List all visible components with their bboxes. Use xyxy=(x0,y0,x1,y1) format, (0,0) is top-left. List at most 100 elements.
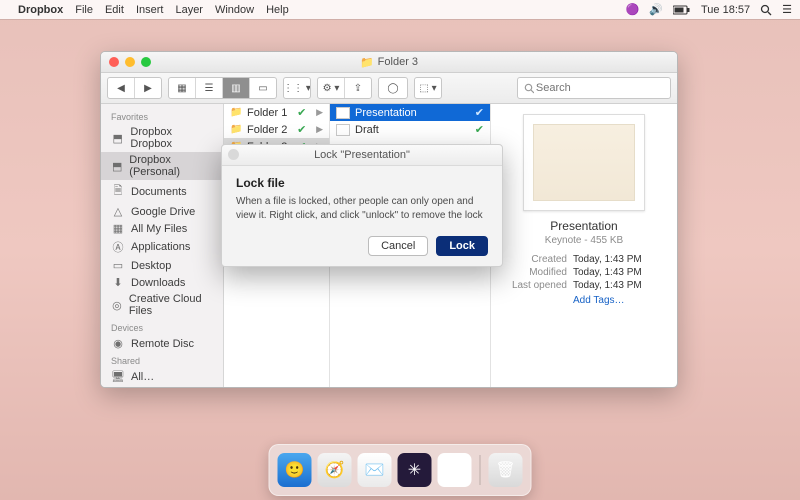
sidebar-item-all-shared[interactable]: 🖥All… xyxy=(101,368,223,385)
status-battery-icon[interactable] xyxy=(673,5,691,15)
nav-buttons: ◀ ▶ xyxy=(107,77,162,99)
sidebar: Favorites ⬒Dropbox Dropbox ⬒Dropbox (Per… xyxy=(101,104,224,387)
status-app-icon[interactable]: 🟣 xyxy=(626,3,640,16)
sidebar-item-creative-cloud[interactable]: ◎Creative Cloud Files xyxy=(101,291,223,319)
dialog-close-button[interactable] xyxy=(228,149,239,160)
document-icon xyxy=(336,124,350,136)
desktop: Dropbox File Edit Insert Layer Window He… xyxy=(0,0,800,500)
dropbox-icon: ⬒ xyxy=(111,160,123,173)
share-button[interactable]: ⇪ xyxy=(345,78,371,98)
dialog-titlebar: Lock "Presentation" xyxy=(222,145,502,166)
dock-mail-icon[interactable]: ✉️ xyxy=(358,453,392,487)
cc-icon: ◎ xyxy=(111,299,123,312)
dock-dropbox-icon[interactable]: ⬒ xyxy=(438,453,472,487)
finder-window: 📁 Folder 3 ◀ ▶ ▦ ☰ ▥ ▭ ⋮⋮ ▾ ⚙ ▾ ⇪ ◯ xyxy=(100,51,678,388)
tags-button[interactable]: ◯ xyxy=(378,77,408,99)
sidebar-item-remote-disc[interactable]: ◉Remote Disc xyxy=(101,335,223,352)
search-field[interactable] xyxy=(517,77,671,99)
sidebar-item-all-my-files[interactable]: ▦All My Files xyxy=(101,220,223,237)
status-volume-icon[interactable]: 🔊 xyxy=(649,3,663,16)
folder-row[interactable]: 📁Folder 1✔▶ xyxy=(224,104,329,121)
file-row-selected[interactable]: Presentation✔ xyxy=(330,104,490,121)
finder-titlebar[interactable]: 📁 Folder 3 xyxy=(101,52,677,73)
dock-safari-icon[interactable]: 🧭 xyxy=(318,453,352,487)
minimize-button[interactable] xyxy=(125,57,135,67)
forward-button[interactable]: ▶ xyxy=(135,78,161,98)
sidebar-item-google-drive[interactable]: △Google Drive xyxy=(101,203,223,220)
preview-modified-label: Modified xyxy=(501,267,567,278)
preview-thumbnail xyxy=(523,114,645,211)
menubar: Dropbox File Edit Insert Layer Window He… xyxy=(0,0,800,19)
dropbox-icon: ⬒ xyxy=(111,132,124,145)
sidebar-header-devices: Devices xyxy=(101,319,223,335)
sidebar-item-dropbox-team[interactable]: ⬒Dropbox Dropbox xyxy=(101,124,223,152)
preview-created-value: Today, 1:43 PM xyxy=(573,254,667,265)
status-clock[interactable]: Tue 18:57 xyxy=(701,4,750,16)
documents-icon: 🗎 xyxy=(111,182,125,201)
preview-created-label: Created xyxy=(501,254,567,265)
desktop-icon: ▭ xyxy=(111,259,125,272)
downloads-icon: ⬇ xyxy=(111,276,125,289)
preview-meta: Keynote - 455 KB xyxy=(545,235,623,246)
action-button[interactable]: ⚙ ▾ xyxy=(318,78,345,98)
allfiles-icon: ▦ xyxy=(111,222,125,235)
preview-opened-value: Today, 1:43 PM xyxy=(573,280,667,291)
back-button[interactable]: ◀ xyxy=(108,78,135,98)
arrange-button-group: ⋮⋮ ▾ xyxy=(283,77,311,99)
view-list-button[interactable]: ☰ xyxy=(196,78,223,98)
applications-icon: Ⓐ xyxy=(111,239,125,255)
lock-button[interactable]: Lock xyxy=(436,236,488,256)
add-tags-link[interactable]: Add Tags… xyxy=(573,295,667,306)
folder-row[interactable]: 📁Folder 2✔▶ xyxy=(224,121,329,138)
window-title: 📁 Folder 3 xyxy=(101,56,677,69)
sidebar-item-documents[interactable]: 🗎Documents xyxy=(101,180,223,203)
dialog-heading: Lock file xyxy=(236,176,488,190)
network-icon: 🖥 xyxy=(111,370,125,383)
sidebar-header-shared: Shared xyxy=(101,352,223,368)
menubar-app-name[interactable]: Dropbox xyxy=(18,4,63,16)
search-icon xyxy=(524,83,534,94)
view-column-button[interactable]: ▥ xyxy=(223,78,250,98)
chevron-right-icon: ▶ xyxy=(316,107,323,118)
view-gallery-button[interactable]: ▭ xyxy=(250,78,276,98)
sync-ok-icon: ✔ xyxy=(297,106,306,119)
status-spotlight-icon[interactable] xyxy=(760,4,772,16)
menu-help[interactable]: Help xyxy=(266,4,289,16)
dock-finder-icon[interactable]: 🙂 xyxy=(278,453,312,487)
dropbox-toolbar-button[interactable]: ⬚ ▾ xyxy=(415,78,441,98)
arrange-button[interactable]: ⋮⋮ ▾ xyxy=(284,78,310,98)
close-button[interactable] xyxy=(109,57,119,67)
cancel-button[interactable]: Cancel xyxy=(368,236,428,256)
finder-toolbar: ◀ ▶ ▦ ☰ ▥ ▭ ⋮⋮ ▾ ⚙ ▾ ⇪ ◯ ⬚ ▾ xyxy=(101,73,677,104)
status-notification-icon[interactable]: ☰ xyxy=(782,3,792,16)
menu-layer[interactable]: Layer xyxy=(175,4,203,16)
window-controls xyxy=(109,57,151,67)
disc-icon: ◉ xyxy=(111,337,125,350)
folder-icon: 📁 xyxy=(230,124,242,135)
dock-trash-icon[interactable]: 🗑 xyxy=(489,453,523,487)
dialog-body-text: When a file is locked, other people can … xyxy=(236,195,488,222)
sync-ok-icon: ✔ xyxy=(475,106,484,119)
sidebar-item-desktop[interactable]: ▭Desktop xyxy=(101,257,223,274)
menu-window[interactable]: Window xyxy=(215,4,254,16)
menu-insert[interactable]: Insert xyxy=(136,4,164,16)
sidebar-item-downloads[interactable]: ⬇Downloads xyxy=(101,274,223,291)
folder-icon: 📁 xyxy=(230,107,242,118)
view-buttons: ▦ ☰ ▥ ▭ xyxy=(168,77,277,99)
file-row[interactable]: Draft✔ xyxy=(330,121,490,138)
zoom-button[interactable] xyxy=(141,57,151,67)
lock-file-dialog: Lock "Presentation" Lock file When a fil… xyxy=(221,144,503,267)
menu-edit[interactable]: Edit xyxy=(105,4,124,16)
view-icon-button[interactable]: ▦ xyxy=(169,78,196,98)
search-input[interactable] xyxy=(534,81,664,95)
sidebar-item-applications[interactable]: ⒶApplications xyxy=(101,237,223,257)
gdrive-icon: △ xyxy=(111,205,125,218)
action-share-group: ⚙ ▾ ⇪ xyxy=(317,77,372,99)
chevron-right-icon: ▶ xyxy=(316,124,323,135)
preview-opened-label: Last opened xyxy=(501,280,567,291)
sidebar-item-dropbox-personal[interactable]: ⬒Dropbox (Personal) xyxy=(101,152,223,180)
dock-slack-icon[interactable]: ✳︎ xyxy=(398,453,432,487)
sync-ok-icon: ✔ xyxy=(475,123,484,136)
preview-filename: Presentation xyxy=(550,219,617,233)
menu-file[interactable]: File xyxy=(75,4,93,16)
